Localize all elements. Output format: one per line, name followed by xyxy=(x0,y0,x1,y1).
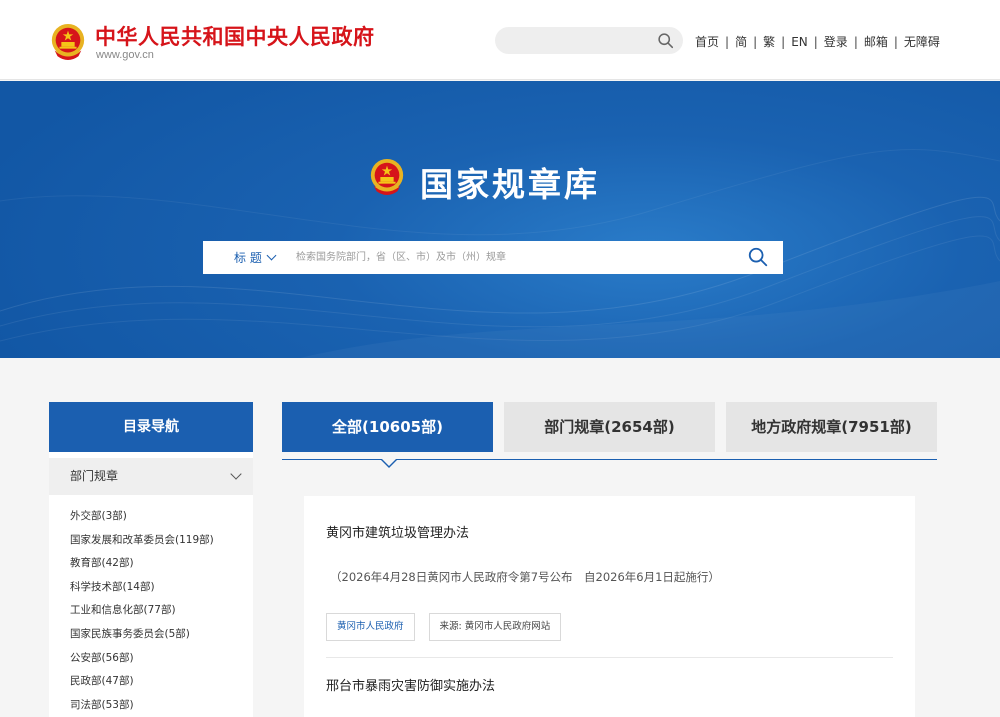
link-english[interactable]: EN xyxy=(791,35,808,49)
sidebar-item[interactable]: 外交部(3部) xyxy=(49,505,253,529)
regulation-search-input[interactable] xyxy=(296,247,716,268)
sidebar-item[interactable]: 公安部(56部) xyxy=(49,647,253,671)
search-category-label: 标 题 xyxy=(234,251,262,265)
chevron-down-icon xyxy=(230,468,242,480)
tab-department-rules[interactable]: 部门规章(2654部) xyxy=(504,402,715,452)
link-home[interactable]: 首页 xyxy=(695,33,719,50)
result-title[interactable]: 邢台市暴雨灾害防御实施办法 xyxy=(326,658,893,694)
sidebar-list: 外交部(3部) 国家发展和改革委员会(119部) 教育部(42部) 科学技术部(… xyxy=(49,495,253,717)
search-category-select[interactable]: 标 题 xyxy=(234,249,277,266)
sidebar-item[interactable]: 教育部(42部) xyxy=(49,552,253,576)
link-mail[interactable]: 邮箱 xyxy=(864,33,888,50)
result-tags: 黄冈市人民政府 来源: 黄冈市人民政府网站 xyxy=(326,613,893,658)
banner-title-text: 国家规章库 xyxy=(420,165,600,204)
list-item: 邢台市暴雨灾害防御实施办法 xyxy=(304,658,915,694)
sidebar-heading: 目录导航 xyxy=(49,402,253,452)
source-tag[interactable]: 来源: 黄冈市人民政府网站 xyxy=(428,613,562,641)
results-list: 黄冈市建筑垃圾管理办法 （2026年4月28日黄冈市人民政府令第7号公布 自20… xyxy=(304,496,915,717)
hero-banner: 国家规章库 标 题 xyxy=(0,81,1000,358)
issuer-tag[interactable]: 黄冈市人民政府 xyxy=(326,613,415,641)
tab-all[interactable]: 全部(10605部) xyxy=(282,402,493,452)
top-links: 首页 | 简 | 繁 | EN | 登录 | 邮箱 | 无障碍 xyxy=(695,33,940,50)
list-item: 黄冈市建筑垃圾管理办法 （2026年4月28日黄冈市人民政府令第7号公布 自20… xyxy=(304,496,915,658)
sidebar-section-department-rules[interactable]: 部门规章 xyxy=(49,458,253,495)
site-title[interactable]: 中华人民共和国中央人民政府 xyxy=(95,21,375,51)
national-emblem-icon xyxy=(370,158,404,196)
chevron-down-icon xyxy=(266,250,277,261)
sidebar-section-label: 部门规章 xyxy=(70,469,119,483)
divider: | xyxy=(781,34,786,49)
link-login[interactable]: 登录 xyxy=(824,33,848,50)
link-simplified[interactable]: 简 xyxy=(735,33,747,50)
divider: | xyxy=(725,34,730,49)
link-traditional[interactable]: 繁 xyxy=(763,33,775,50)
sidebar-item[interactable]: 国家发展和改革委员会(119部) xyxy=(49,529,253,553)
divider: | xyxy=(893,34,898,49)
sidebar-item[interactable]: 民政部(47部) xyxy=(49,670,253,694)
sidebar-item[interactable]: 国家民族事务委员会(5部) xyxy=(49,623,253,647)
regulation-search-bar: 标 题 xyxy=(203,241,783,274)
catalog-sidebar: 目录导航 部门规章 外交部(3部) 国家发展和改革委员会(119部) 教育部(4… xyxy=(49,402,253,717)
sidebar-item[interactable]: 科学技术部(14部) xyxy=(49,576,253,600)
national-emblem-icon[interactable] xyxy=(49,22,87,62)
divider: | xyxy=(753,34,758,49)
banner-title: 国家规章库 xyxy=(368,156,638,204)
banner-wave-decoration xyxy=(0,148,1000,358)
result-meta: （2026年4月28日黄冈市人民政府令第7号公布 自2026年6月1日起施行） xyxy=(330,570,720,584)
sidebar-item[interactable]: 工业和信息化部(77部) xyxy=(49,599,253,623)
sidebar-item[interactable]: 司法部(53部) xyxy=(49,694,253,717)
search-icon[interactable] xyxy=(657,32,674,49)
divider: | xyxy=(813,34,818,49)
active-tab-pointer xyxy=(380,458,398,468)
header-search-input[interactable] xyxy=(495,27,683,54)
link-accessibility[interactable]: 无障碍 xyxy=(904,33,940,50)
site-url: www.gov.cn xyxy=(96,49,154,61)
top-header: 中华人民共和国中央人民政府 www.gov.cn 首页 | 简 | 繁 | EN… xyxy=(0,0,1000,80)
divider: | xyxy=(853,34,858,49)
result-title[interactable]: 黄冈市建筑垃圾管理办法 xyxy=(326,496,893,541)
search-icon[interactable] xyxy=(747,246,769,268)
tab-local-government-rules[interactable]: 地方政府规章(7951部) xyxy=(726,402,937,452)
category-tabs: 全部(10605部) 部门规章(2654部) 地方政府规章(7951部) xyxy=(282,402,937,452)
